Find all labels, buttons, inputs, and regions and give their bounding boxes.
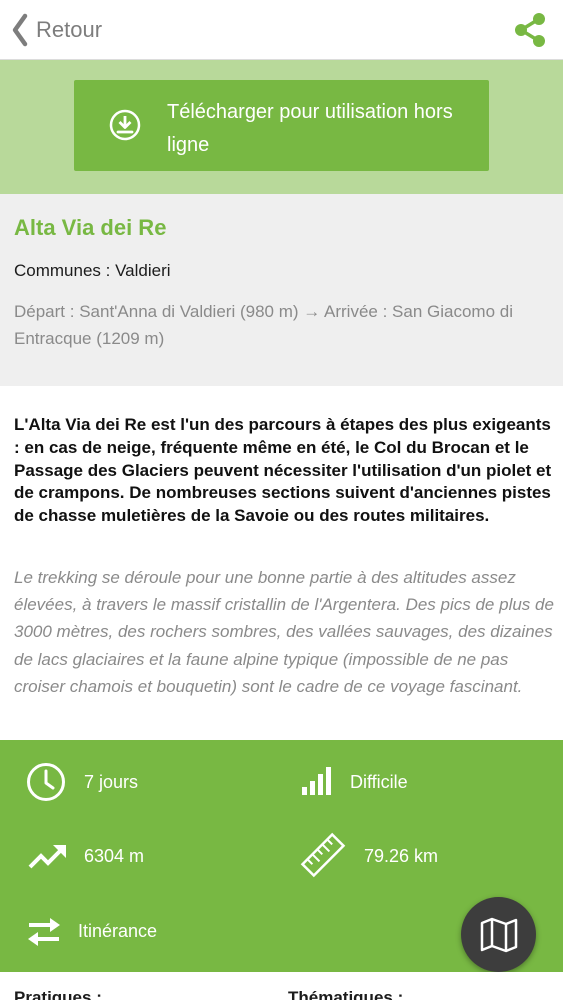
ruler-icon — [300, 832, 346, 878]
top-bar: Retour — [0, 0, 563, 60]
difficulty-bars-icon — [302, 767, 331, 795]
download-offline-button[interactable]: Télécharger pour utilisation hors ligne — [74, 80, 489, 171]
distance-label: 79.26 km — [364, 846, 439, 866]
back-label: Retour — [36, 17, 103, 42]
difficulty-label: Difficile — [350, 772, 408, 792]
share-icon[interactable] — [513, 12, 547, 48]
map-icon — [480, 917, 518, 953]
description-bold: L'Alta Via dei Re est l'un des parcours … — [14, 415, 552, 526]
clock-icon — [27, 763, 65, 801]
themes-heading: Thématiques : — [288, 988, 404, 1000]
download-icon — [109, 109, 141, 141]
trail-communes: Communes : Valdieri — [14, 261, 171, 280]
download-section: Télécharger pour utilisation hors ligne — [0, 60, 563, 194]
trip-type-label: Itinérance — [78, 921, 158, 941]
trail-title: Alta Via dei Re — [14, 215, 167, 240]
duration-label: 7 jours — [84, 772, 139, 792]
trail-info: Alta Via dei Re Communes : Valdieri Dépa… — [0, 194, 563, 386]
map-button[interactable] — [461, 897, 536, 972]
chevron-left-icon — [12, 13, 28, 47]
elevation-trend-icon — [28, 845, 66, 869]
back-button[interactable]: Retour — [10, 10, 102, 50]
bottom-sections: Pratiques : Thématiques : — [0, 972, 563, 1000]
elevation-label: 6304 m — [84, 846, 145, 866]
download-label: Télécharger pour utilisation hors ligne — [167, 101, 453, 156]
practical-heading: Pratiques : — [14, 988, 102, 1000]
swap-arrows-icon — [28, 918, 60, 946]
trail-route: Départ : Sant'Anna di Valdieri (980 m) →… — [14, 302, 513, 348]
description-italic: Le trekking se déroule pour une bonne pa… — [14, 568, 554, 696]
